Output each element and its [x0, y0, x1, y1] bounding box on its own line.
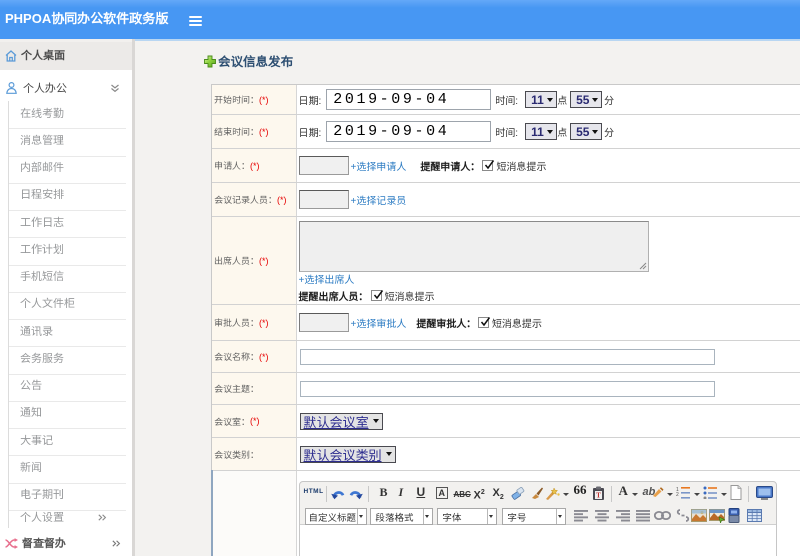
svg-text:2: 2: [676, 492, 679, 498]
svg-text:T: T: [596, 492, 601, 500]
